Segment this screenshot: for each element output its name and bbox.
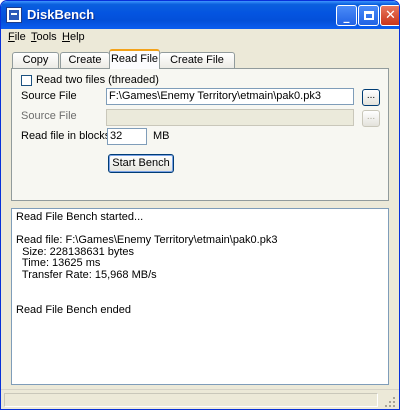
browse-source-1-button[interactable]: ... [362, 89, 380, 106]
source-file-1-input[interactable]: F:\Games\Enemy Territory\etmain\pak0.pk3 [106, 88, 354, 105]
close-button[interactable]: ✕ [380, 5, 399, 26]
source-file-2-input[interactable] [106, 109, 354, 126]
status-bar [1, 389, 399, 409]
disk-app-icon[interactable] [6, 7, 22, 23]
window-title: DiskBench [27, 7, 95, 22]
resize-grip-icon[interactable] [384, 396, 396, 408]
minimize-icon: _ [343, 9, 350, 23]
maximize-icon [364, 11, 374, 20]
log-output[interactable]: Read File Bench started... Read file: F:… [11, 208, 389, 385]
log-line: Read File Bench started... [16, 211, 144, 223]
blocks-size-input[interactable]: 32 [107, 128, 147, 145]
read-two-files-checkbox[interactable] [21, 75, 32, 86]
source-file-1-label: Source File [21, 90, 77, 102]
tab-copy-file[interactable]: Copy File [12, 52, 59, 80]
tab-create-file[interactable]: Create File [60, 52, 110, 80]
minimize-button[interactable]: _ [336, 5, 357, 26]
log-line: Transfer Rate: 15,968 MB/s [16, 268, 157, 281]
tab-read-file[interactable]: Read File [109, 49, 160, 69]
title-bar[interactable]: DiskBench _ ✕ [1, 1, 399, 29]
status-pane [4, 393, 378, 407]
maximize-button[interactable] [358, 5, 379, 26]
app-window: DiskBench _ ✕ File Tools Help Copy File … [0, 0, 400, 410]
close-icon: ✕ [385, 8, 396, 23]
menu-bar: File Tools Help [1, 29, 399, 47]
blocks-unit-label: MB [153, 130, 170, 142]
read-two-files-label: Read two files (threaded) [36, 74, 159, 86]
browse-source-2-button[interactable]: ... [362, 110, 380, 127]
log-line: Read File Bench ended [16, 303, 131, 316]
tab-create-file-batch[interactable]: Create File Batch [159, 52, 235, 80]
start-bench-button[interactable]: Start Bench [108, 154, 174, 173]
menu-help[interactable]: Help [62, 31, 85, 43]
menu-tools[interactable]: Tools [31, 31, 57, 43]
source-file-2-label: Source File [21, 110, 77, 122]
menu-file[interactable]: File [8, 31, 26, 43]
